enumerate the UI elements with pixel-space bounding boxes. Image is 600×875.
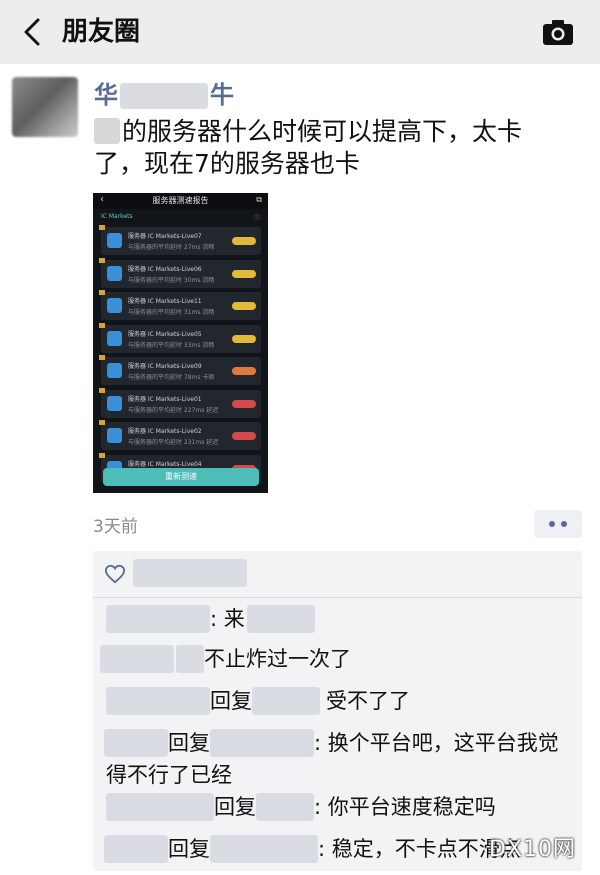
server-row: 服务器 IC Markets-Live09 与服务器的平均延时 78ms 卡顿 <box>99 355 261 385</box>
server-detail: 与服务器的平均延时 31ms 流畅 <box>128 309 215 316</box>
likes-names-redacted[interactable] <box>133 559 247 587</box>
status-badge <box>232 367 256 375</box>
comment-4[interactable]: 回复: 换个平台吧，这平台我觉得不行了已经 <box>104 727 576 791</box>
server-name: 服务器 IC Markets-Live06 <box>128 265 202 273</box>
redacted-text <box>94 118 120 144</box>
server-row: 服务器 IC Markets-Live06 与服务器的平均延时 30ms 流畅 <box>99 257 261 288</box>
server-row: 服务器 IC Markets-Live11 与服务器的平均延时 31ms 流畅 <box>99 290 261 320</box>
dot-icon <box>561 521 567 527</box>
flag-icon <box>99 355 105 360</box>
post-body: 的服务器什么时候可以提高下，太卡了，现在7的服务器也卡 <box>94 117 523 178</box>
status-badge <box>232 237 256 245</box>
avatar[interactable] <box>12 77 78 137</box>
server-detail: 与服务器的平均延时 33ms 流畅 <box>128 341 215 349</box>
more-actions-button[interactable] <box>534 510 582 538</box>
server-row: 服务器 IC Markets-Live02 与服务器的平均延时 231ms 延迟 <box>99 420 261 450</box>
page-title: 朋友圈 <box>62 17 141 47</box>
comment-text: : 来 <box>210 607 245 631</box>
server-detail: 与服务器的平均延时 78ms 卡顿 <box>128 374 215 381</box>
commenter-redacted[interactable] <box>104 835 168 863</box>
likes-row <box>93 551 582 598</box>
flag-icon <box>99 225 105 230</box>
reply-label: 回复 <box>168 731 210 755</box>
server-icon <box>107 265 122 281</box>
post-text: 的服务器什么时候可以提高下，太卡了，现在7的服务器也卡 <box>94 116 564 180</box>
flag-icon <box>99 257 105 263</box>
reply-label: 回复 <box>214 795 256 819</box>
server-icon <box>107 395 122 411</box>
reply-target-redacted[interactable] <box>256 793 314 821</box>
watermark: DX10网 <box>488 837 576 862</box>
image-info-icon: ⓘ <box>253 215 260 222</box>
post-username[interactable]: 华牛 <box>94 78 234 112</box>
chevron-left-icon[interactable] <box>18 16 48 48</box>
comment-2[interactable]: 不止炸过一次了 <box>100 643 351 675</box>
reply-label: 回复 <box>168 837 210 861</box>
image-title-bar: ‹ 服务器测速报告 ⧉ <box>93 193 268 209</box>
post-time: 3天前 <box>93 517 138 537</box>
server-row: 服务器 IC Markets-Live05 与服务器的平均延时 33ms 流畅 <box>99 322 261 353</box>
top-bar: 朋友圈 <box>0 0 600 64</box>
status-badge <box>232 302 256 310</box>
server-detail: 与服务器的平均延时 231ms 延迟 <box>128 439 219 446</box>
flag-icon <box>99 387 105 393</box>
comment-text: 不止炸过一次了 <box>204 647 351 671</box>
server-icon <box>107 298 122 313</box>
server-icon <box>107 363 122 378</box>
image-subtitle: IC Markets <box>101 213 133 220</box>
post-image[interactable]: ‹ 服务器测速报告 ⧉ IC Markets ⓘ 服务器 IC Markets-… <box>93 193 268 493</box>
flag-icon <box>99 290 105 295</box>
server-row: 服务器 IC Markets-Live01 与服务器的平均延时 227ms 延迟 <box>99 387 261 418</box>
server-icon <box>107 330 122 346</box>
server-name: 服务器 IC Markets-Live07 <box>128 233 202 240</box>
server-detail: 与服务器的平均延时 27ms 流畅 <box>128 244 215 251</box>
server-name: 服务器 IC Markets-Live11 <box>128 298 202 305</box>
image-title: 服务器测速报告 <box>152 196 209 205</box>
server-name: 服务器 IC Markets-Live05 <box>128 330 202 338</box>
username-redacted <box>120 83 208 109</box>
reply-target-redacted[interactable] <box>210 835 318 863</box>
reply-label: 回复 <box>210 689 252 713</box>
server-row: 服务器 IC Markets-Live07 与服务器的平均延时 27ms 流畅 <box>99 225 261 255</box>
status-badge <box>232 399 256 408</box>
server-name: 服务器 IC Markets-Live02 <box>128 428 202 435</box>
dot-icon <box>549 521 555 527</box>
comment-5[interactable]: 回复 : 你平台速度稳定吗 <box>106 791 496 823</box>
comment-6[interactable]: 回复: 稳定，不卡点不滑点 <box>104 833 521 865</box>
reply-target-redacted[interactable] <box>252 687 320 715</box>
server-icon <box>107 233 122 248</box>
status-badge <box>232 432 256 440</box>
flag-icon <box>99 420 105 425</box>
redacted-text <box>246 605 315 633</box>
server-detail: 与服务器的平均延时 30ms 流畅 <box>128 276 215 284</box>
commenter-redacted[interactable] <box>106 793 214 821</box>
comment-box: : 来 不止炸过一次了 回复 受不了了 回复: 换个平台吧，这平台我觉得不行了已经… <box>93 551 582 871</box>
server-icon <box>107 428 122 443</box>
flag-icon <box>99 452 105 458</box>
commenter-redacted[interactable] <box>106 687 210 715</box>
status-badge <box>232 269 256 278</box>
server-name: 服务器 IC Markets-Live09 <box>128 363 202 370</box>
username-first-char: 华 <box>94 81 118 109</box>
comment-3[interactable]: 回复 受不了了 <box>106 685 410 717</box>
commenter-redacted[interactable] <box>100 645 174 673</box>
comment-text: 受不了了 <box>326 689 410 713</box>
username-last-char: 牛 <box>210 81 234 109</box>
reply-target-redacted[interactable] <box>210 729 314 757</box>
server-name: 服务器 IC Markets-Live04 <box>128 460 202 468</box>
comment-text: : 你平台速度稳定吗 <box>314 795 496 819</box>
flag-icon <box>99 322 105 328</box>
commenter-redacted[interactable] <box>106 605 210 633</box>
redacted-text <box>176 645 204 673</box>
comment-1[interactable]: : 来 <box>106 603 315 635</box>
camera-icon[interactable] <box>542 18 574 46</box>
commenter-redacted[interactable] <box>104 729 168 757</box>
heart-icon <box>104 564 126 584</box>
server-name: 服务器 IC Markets-Live01 <box>128 395 202 403</box>
server-detail: 与服务器的平均延时 227ms 延迟 <box>128 406 219 414</box>
status-badge <box>232 334 256 343</box>
image-retest-button: 重新测速 <box>103 468 259 486</box>
image-share-icon: ⧉ <box>256 195 262 204</box>
